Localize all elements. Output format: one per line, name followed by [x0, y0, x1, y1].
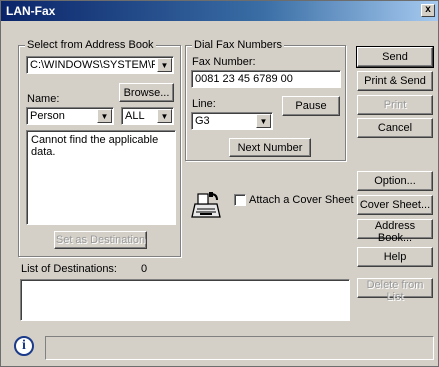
destinations-list[interactable]: [20, 279, 350, 321]
address-list-message: Cannot find the applicable data.: [31, 134, 159, 158]
address-book-legend: Select from Address Book: [25, 39, 156, 51]
line-select-value: G3: [195, 115, 210, 127]
fax-number-input[interactable]: 0081 23 45 6789 00: [191, 70, 341, 88]
send-button[interactable]: Send: [356, 46, 434, 68]
cancel-button[interactable]: Cancel: [357, 118, 433, 138]
fax-number-label: Fax Number:: [192, 56, 256, 68]
window-title: LAN-Fax: [6, 4, 56, 18]
name-select[interactable]: Person ▼: [26, 107, 114, 125]
filter-select-value: ALL: [125, 110, 145, 122]
destinations-count: 0: [141, 263, 148, 275]
set-as-destination-button[interactable]: Set as Destination: [54, 231, 147, 249]
line-label: Line:: [192, 98, 216, 110]
chevron-down-icon[interactable]: ▼: [157, 109, 172, 123]
line-select[interactable]: G3 ▼: [191, 112, 273, 130]
lan-fax-window: LAN-Fax x Select from Address Book C:\WI…: [0, 0, 439, 367]
chevron-down-icon[interactable]: ▼: [256, 114, 271, 128]
address-book-button[interactable]: Address Book...: [357, 219, 433, 244]
cover-sheet-checkbox-label[interactable]: Attach a Cover Sheet: [249, 194, 354, 206]
name-label: Name:: [27, 93, 60, 105]
print-and-send-button[interactable]: Print & Send: [357, 71, 433, 91]
cover-sheet-button[interactable]: Cover Sheet...: [357, 195, 433, 215]
address-book-path-select[interactable]: C:\WINDOWS\SYSTEM\FXD\ ▼: [26, 56, 174, 74]
filter-select[interactable]: ALL ▼: [121, 107, 174, 125]
title-bar[interactable]: LAN-Fax x: [1, 1, 438, 21]
chevron-down-icon[interactable]: ▼: [157, 58, 172, 72]
name-select-value: Person: [30, 110, 65, 122]
close-icon[interactable]: x: [421, 4, 435, 17]
dial-fax-legend: Dial Fax Numbers: [192, 39, 285, 51]
option-button[interactable]: Option...: [357, 171, 433, 191]
next-number-button[interactable]: Next Number: [229, 138, 311, 157]
info-icon: i: [14, 336, 34, 356]
address-list[interactable]: Cannot find the applicable data.: [26, 130, 176, 225]
status-bar-field: [45, 336, 434, 360]
pause-button[interactable]: Pause: [282, 96, 340, 116]
browse-button[interactable]: Browse...: [119, 83, 174, 102]
fax-machine-icon: [191, 192, 221, 218]
chevron-down-icon[interactable]: ▼: [97, 109, 112, 123]
help-button[interactable]: Help: [357, 247, 433, 267]
cover-sheet-checkbox[interactable]: [234, 194, 246, 206]
print-button[interactable]: Print: [357, 95, 433, 115]
address-book-path-value: C:\WINDOWS\SYSTEM\FXD\: [30, 59, 155, 71]
destinations-label: List of Destinations:: [21, 263, 117, 275]
delete-from-list-button[interactable]: Delete from List: [357, 278, 433, 303]
